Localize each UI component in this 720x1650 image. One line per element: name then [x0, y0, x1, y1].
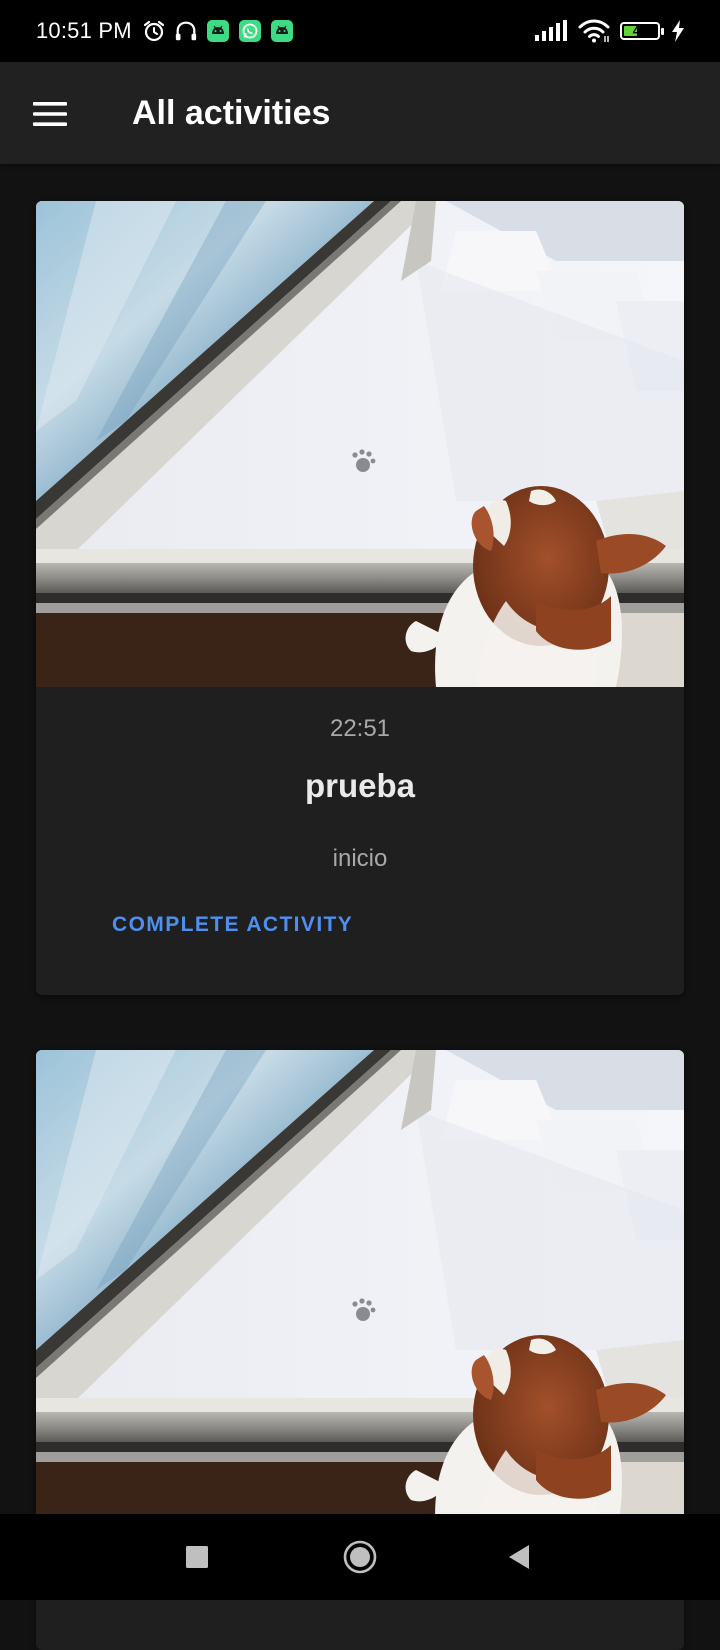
alarm-icon [142, 19, 166, 43]
battery-level: 40 [632, 23, 648, 38]
activity-subtitle: inicio [332, 845, 388, 872]
system-nav-bar [0, 1514, 720, 1600]
recents-button[interactable] [174, 1534, 220, 1580]
signal-icon [534, 19, 568, 43]
home-button[interactable] [337, 1534, 383, 1580]
hamburger-menu-icon [33, 101, 67, 127]
activity-image [36, 201, 684, 687]
activity-title: prueba [304, 767, 416, 804]
android-app-icon [206, 19, 230, 43]
status-time: 10:51 PM [36, 18, 132, 43]
battery-cap [661, 28, 664, 35]
headset-icon [174, 19, 198, 43]
recents-square-icon [186, 1546, 208, 1568]
activity-image [36, 1050, 684, 1536]
status-right-group: 40 [534, 0, 686, 62]
android-app-icon [270, 19, 294, 43]
complete-activity-button[interactable]: COMPLETE ACTIVITY [112, 913, 353, 937]
app-bar: All activities [0, 62, 720, 164]
back-button[interactable] [496, 1534, 542, 1580]
charging-icon [670, 19, 686, 43]
back-triangle-icon [507, 1544, 531, 1570]
home-circle-icon [343, 1540, 377, 1574]
status-left-group: 10:51 PM [36, 0, 294, 62]
activity-time: 22:51 [329, 715, 391, 742]
whatsapp-icon [238, 19, 262, 43]
page-title: All activities [132, 93, 331, 132]
status-bar: 10:51 PM 40 [0, 0, 720, 62]
wifi-icon [578, 19, 610, 43]
battery-icon: 40 [620, 22, 664, 40]
menu-button[interactable] [24, 88, 76, 140]
activity-card: 22:51 prueba inicio COMPLETE ACTIVITY [36, 201, 684, 995]
